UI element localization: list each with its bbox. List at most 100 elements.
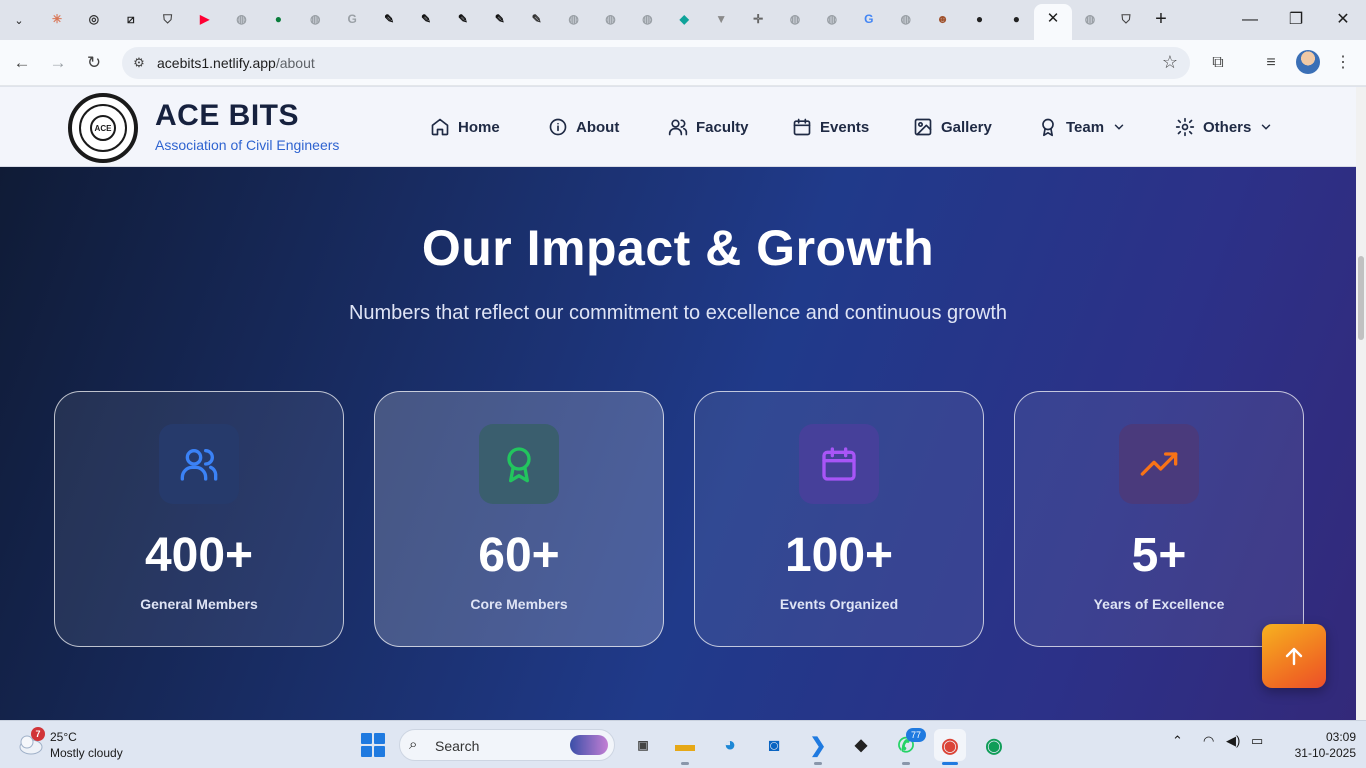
weather-temperature[interactable]: 25°C [50,730,77,744]
close-window-button[interactable]: ✕ [1323,8,1363,32]
nav-label: Faculty [696,118,749,136]
scrollbar-thumb[interactable] [1358,256,1364,340]
github-icon[interactable]: ● [1007,10,1025,28]
globe-icon[interactable]: ◍ [786,10,804,28]
media-control-icon[interactable]: ≡ [1259,51,1283,75]
diamond-icon[interactable]: ◆ [675,10,693,28]
chrome-profile-icon[interactable]: ◉ [978,729,1010,761]
nav-faculty[interactable]: Faculty [668,114,749,140]
volume-icon[interactable]: ◀) [1226,733,1240,749]
person-icon[interactable]: ☻ [934,10,952,28]
close-tab-icon[interactable]: ✕ [1044,10,1062,28]
claude-icon[interactable]: ✳ [48,10,66,28]
github-icon[interactable]: ● [971,10,989,28]
stat-card: 400+ General Members [54,391,344,647]
address-bar[interactable]: ⚙ acebits1.netlify.app/about ☆ [122,47,1190,79]
globe-icon[interactable]: ◍ [233,10,251,28]
battery-icon[interactable]: ▭ [1251,733,1263,749]
stat-value: 400+ [144,529,254,582]
google-icon[interactable]: G [860,10,878,28]
stat-value: 100+ [784,529,894,582]
nav-about[interactable]: About [548,114,619,140]
nav-others[interactable]: Others [1175,114,1273,140]
pen-icon[interactable]: ✎ [491,10,509,28]
search-icon: ⌕ [409,736,418,753]
globe-icon[interactable]: ◍ [638,10,656,28]
search-highlight-art [570,735,608,755]
ace-logo[interactable]: ACE [68,93,138,163]
stat-icon-box [1119,424,1199,504]
stat-label: Core Members [470,596,568,612]
taskbar: 7 25°C Mostly cloudy ⌕ Search ▣ ▬ ◕ ◙ ❯ … [0,720,1366,768]
nav-gallery[interactable]: Gallery [913,114,992,140]
pen-icon[interactable]: ✎ [454,10,472,28]
brand-name[interactable]: ACE BITS [155,99,299,133]
profile-avatar[interactable] [1296,50,1320,74]
nav-label: About [576,118,620,136]
pen-icon[interactable]: ✎ [528,10,546,28]
bookmark-star-icon[interactable]: ☆ [1162,52,1178,73]
scroll-to-top-button[interactable] [1262,624,1326,688]
users-icon [668,119,688,136]
chatgpt-icon[interactable]: ◎ [85,10,103,28]
nav-label: Events [820,118,870,136]
globe-icon[interactable]: ◍ [1081,10,1099,28]
outlook-icon[interactable]: ◙ [758,729,790,761]
file-explorer-icon[interactable]: ▬ [669,729,701,765]
site-info-icon[interactable]: ⚙ [130,54,148,72]
back-button[interactable]: ← [10,51,34,75]
search-label: Search [435,738,480,754]
funnel-icon[interactable]: ▼ [712,10,730,28]
nav-home[interactable]: Home [430,114,500,140]
pen-icon[interactable]: ✎ [380,10,398,28]
youtube-icon[interactable]: ▶ [196,10,214,28]
clock-date[interactable]: 31-10-2025 [1292,746,1356,760]
section-subtitle: Numbers that reflect our commitment to e… [348,302,1008,324]
globe-icon[interactable]: ◍ [306,10,324,28]
start-button[interactable] [361,733,385,757]
menu-icon[interactable]: ⋮ [1331,51,1355,75]
leaf-icon[interactable]: ● [269,10,287,28]
globe-icon[interactable]: ◍ [823,10,841,28]
forward-button[interactable]: → [46,51,70,75]
chrome-icon[interactable]: ◉ [934,729,966,765]
show-hidden-icons[interactable]: ⌃ [1172,733,1183,749]
stat-card: 100+ Events Organized [694,391,984,647]
url-text[interactable]: acebits1.netlify.app/about [157,55,315,71]
stat-label: General Members [140,596,258,612]
tab-search-button[interactable]: ⌄ [6,8,32,32]
site-header: ACE ACE BITS Association of Civil Engine… [0,87,1356,167]
chrome-shield-icon[interactable]: ⛉ [159,10,177,28]
minimize-button[interactable]: — [1230,8,1270,32]
award-icon [507,447,531,483]
edge-icon[interactable]: ◕ [714,729,746,761]
globe-icon[interactable]: ◍ [565,10,583,28]
pen-icon[interactable]: ✎ [417,10,435,28]
nav-events[interactable]: Events [792,114,869,140]
perplexity-icon[interactable]: ⧄ [122,10,140,28]
page-scrollbar[interactable] [1356,87,1366,720]
clock-time[interactable]: 03:09 [1300,730,1356,744]
brand-subtitle: Association of Civil Engineers [155,137,340,153]
globe-icon[interactable]: ◍ [602,10,620,28]
terminal-app-icon[interactable]: ◆ [845,729,877,761]
section-title: Our Impact & Growth [421,220,935,276]
wifi-icon[interactable]: ◠ [1203,733,1214,749]
maximize-button[interactable]: ❐ [1276,8,1316,32]
reload-button[interactable]: ↻ [82,51,106,75]
globe-icon[interactable]: ◍ [897,10,915,28]
nav-team[interactable]: Team [1038,114,1126,140]
stat-card: 5+ Years of Excellence [1014,391,1304,647]
taskbar-search[interactable]: ⌕ Search [399,729,615,761]
extensions-icon[interactable]: ⧉ [1206,51,1230,75]
crosshair-icon[interactable]: ✛ [749,10,767,28]
weather-conditions[interactable]: Mostly cloudy [50,746,123,760]
stat-icon-box [799,424,879,504]
task-view-icon[interactable]: ▣ [627,729,659,761]
chrome-shield-icon[interactable]: ⛉ [1117,10,1135,28]
browser-toolbar: ← → ↻ ⚙ acebits1.netlify.app/about ☆ ⧉ ≡… [0,40,1366,86]
award-icon [1042,118,1054,137]
google-icon[interactable]: G [343,10,361,28]
vscode-icon[interactable]: ❯ [802,729,834,765]
new-tab-button[interactable]: + [1150,8,1172,32]
